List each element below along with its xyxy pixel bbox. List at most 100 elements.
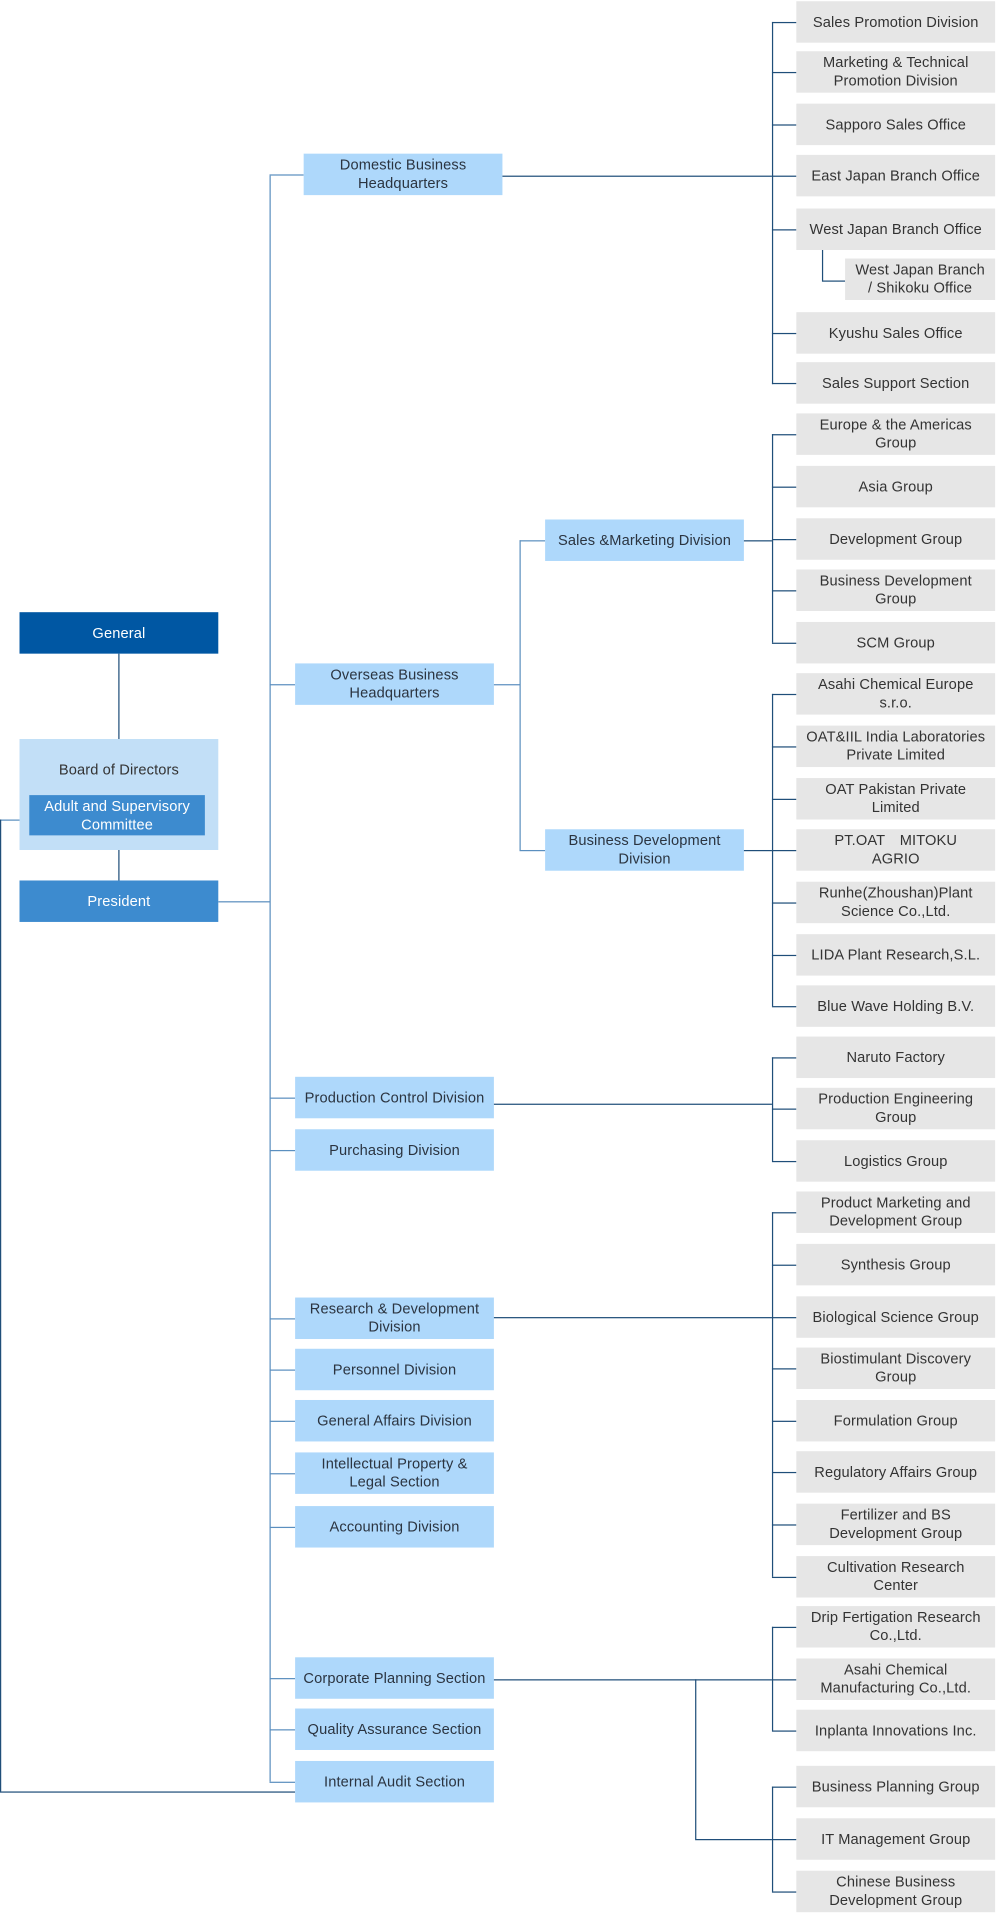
connector-line: [821, 249, 824, 281]
business-development-unit: Blue Wave Holding B.V.: [796, 985, 996, 1027]
rnd-unit: Product Marketing and Development Group: [796, 1191, 996, 1233]
business-development-unit: LIDA Plant Research,S.L.: [796, 934, 996, 976]
connector-line: [771, 382, 797, 385]
connector-line: [269, 1369, 296, 1371]
domestic-unit: Marketing & Technical Promotion Division: [796, 51, 996, 93]
connector-line: [771, 1264, 797, 1267]
production-unit: Naruto Factory: [796, 1036, 996, 1079]
connector-line: [771, 332, 797, 335]
rnd-unit: Formulation Group: [796, 1399, 996, 1442]
connector-line: [771, 1420, 797, 1423]
connector-line: [771, 798, 797, 801]
connector-line: [695, 1839, 772, 1841]
sales-marketing-unit: Asia Group: [796, 465, 996, 508]
connector-line: [771, 21, 797, 24]
connector-line: [269, 1097, 296, 1099]
corporate-planning-group: Business Planning Group: [796, 1765, 996, 1808]
connector-line: [771, 21, 774, 385]
connector-line: [743, 540, 772, 542]
personnel-division: Personnel Division: [295, 1348, 494, 1391]
connector-line: [771, 434, 797, 436]
connector-line: [771, 746, 797, 748]
connector-line: [771, 1108, 797, 1110]
connector-line: [519, 540, 546, 542]
connector-line: [771, 1679, 797, 1681]
affiliate-company: Asahi Chemical Manufacturing Co.,Ltd.: [796, 1658, 996, 1700]
connector-line: [771, 1730, 797, 1732]
business-development-unit: Runhe(Zhoushan)Plant Science Co.,Ltd.: [796, 881, 996, 924]
business-development-unit: OAT Pakistan Private Limited: [796, 778, 996, 820]
production-control-division: Production Control Division: [295, 1076, 494, 1119]
general-box: General: [19, 612, 219, 654]
affiliate-company: Inplanta Innovations Inc.: [796, 1709, 996, 1752]
quality-assurance-section: Quality Assurance Section: [295, 1708, 494, 1750]
business-development-division: Business Development Division: [545, 829, 744, 871]
connector-line: [771, 1839, 797, 1841]
connector-line: [0, 1791, 296, 1793]
sales-marketing-division: Sales &Marketing Division: [545, 519, 744, 561]
connector-line: [269, 1473, 296, 1475]
rnd-unit: Fertilizer and BS Development Group: [796, 1503, 996, 1546]
corporate-planning-group: Chinese Business Development Group: [796, 1870, 996, 1913]
connector-line: [771, 1317, 797, 1319]
domestic-unit: East Japan Branch Office: [796, 154, 996, 197]
rnd-unit: Cultivation Research Center: [796, 1556, 996, 1598]
rnd-unit: Regulatory Affairs Group: [796, 1451, 996, 1493]
connector-line: [771, 902, 797, 904]
connector-line: [771, 954, 797, 957]
president-box: President: [19, 880, 219, 922]
connector-line: [771, 849, 797, 852]
connector-line: [269, 1149, 296, 1152]
purchasing-division: Purchasing Division: [295, 1129, 494, 1171]
connector-line: [269, 175, 271, 1782]
connector-line: [771, 642, 797, 645]
connector-line: [269, 1781, 296, 1784]
connector-line: [519, 540, 521, 850]
overseas-hq: Overseas Business Headquarters: [295, 663, 494, 705]
sales-marketing-unit: Europe & the Americas Group: [796, 413, 996, 455]
organization-chart: General Board of Directors Adult and Super…: [0, 0, 1000, 1919]
connector-line: [695, 1679, 697, 1840]
connector-line: [771, 1524, 797, 1526]
domestic-hq: Domestic Business Headquarters: [303, 153, 503, 196]
connector-line: [0, 819, 2, 1792]
business-development-unit: OAT&IIL India Laboratories Private Limit…: [796, 725, 996, 768]
connector-line: [269, 1318, 296, 1320]
connector-line: [743, 849, 772, 852]
connector-line: [269, 684, 296, 686]
rnd-unit: Biostimulant Discovery Group: [796, 1347, 996, 1390]
production-unit: Logistics Group: [796, 1140, 996, 1182]
connector-line: [771, 1212, 797, 1214]
ip-legal-section: Intellectual Property & Legal Section: [295, 1452, 494, 1494]
connector-line: [118, 849, 120, 881]
connector-line: [771, 1368, 797, 1370]
connector-line: [771, 539, 797, 541]
connector-line: [771, 124, 797, 126]
sales-marketing-unit: Business Development Group: [796, 569, 996, 611]
connector-line: [269, 1729, 296, 1731]
rnd-unit: Biological Science Group: [796, 1296, 996, 1338]
business-development-unit: Asahi Chemical Europe s.r.o.: [796, 673, 996, 715]
production-unit: Production Engineering Group: [796, 1087, 996, 1130]
business-development-unit: PT.OAT MITOKU AGRIO: [796, 829, 996, 871]
domestic-unit: Kyushu Sales Office: [796, 312, 996, 354]
connector-line: [771, 71, 797, 74]
connector-line: [269, 1526, 296, 1529]
connector-line: [493, 1103, 772, 1106]
connector-line: [771, 1626, 797, 1629]
research-development-division: Research & Development Division: [295, 1297, 494, 1340]
connector-line: [493, 1679, 772, 1681]
connector-line: [771, 1576, 797, 1579]
domestic-unit: Sales Promotion Division: [796, 1, 996, 43]
connector-line: [269, 1420, 296, 1423]
connector-line: [771, 693, 797, 696]
connector-line: [771, 1471, 797, 1474]
connector-line: [771, 1057, 797, 1059]
connector-line: [502, 175, 772, 178]
connector-line: [771, 1786, 797, 1789]
connector-line: [771, 175, 797, 178]
rnd-unit: Synthesis Group: [796, 1243, 996, 1286]
connector-line: [218, 901, 270, 903]
connector-line: [519, 849, 546, 852]
internal-audit-section: Internal Audit Section: [295, 1760, 494, 1803]
